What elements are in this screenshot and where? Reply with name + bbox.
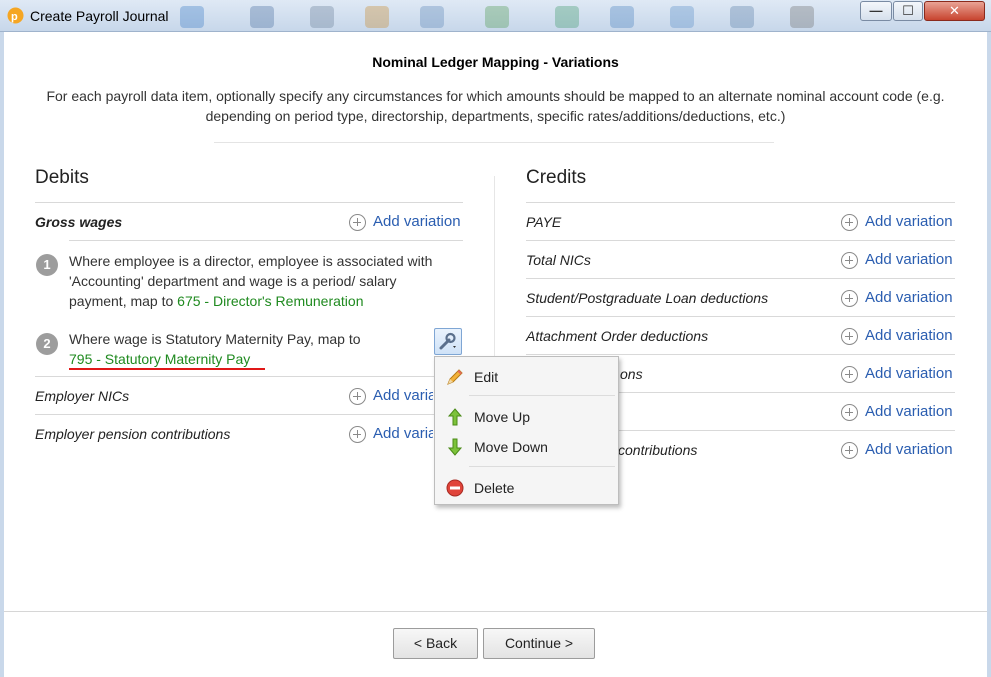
menu-item-label: Move Down [474,439,548,455]
menu-separator [469,395,615,396]
ghost-icon [485,6,509,28]
menu-item-label: Delete [474,480,515,496]
menu-separator [469,466,615,467]
window-title: Create Payroll Journal [30,8,169,24]
svg-text:p: p [11,11,18,23]
debit-item-employer-pension: Employer pension contributions [35,426,231,442]
maximize-icon: ☐ [902,3,914,18]
row-divider [35,376,435,377]
add-variation-icon[interactable] [349,426,366,443]
close-button[interactable]: ✕ [924,1,985,21]
header-divider [214,142,774,143]
add-variation-link[interactable]: Add variation [865,289,953,306]
ghost-icon [555,6,579,28]
pencil-icon [447,369,463,385]
variation-description[interactable]: Where employee is a director, employee i… [69,251,441,311]
row-divider [35,414,435,415]
arrow-down-icon [447,438,463,456]
page-title: Nominal Ledger Mapping - Variations [372,54,619,70]
nominal-code-link[interactable]: 675 - Director's Remuneration [177,293,363,309]
row-divider [526,354,955,355]
add-variation-icon[interactable] [841,328,858,345]
credit-item-student-loan: Student/Postgraduate Loan deductions [526,290,769,306]
ghost-icon [180,6,204,28]
add-variation-link[interactable]: Add variation [865,327,953,344]
credit-item-contributions: contributions [618,442,698,458]
add-variation-link[interactable]: Add variation [865,403,953,420]
minimize-button[interactable]: — [860,1,892,21]
close-icon: ✕ [949,3,960,18]
add-variation-icon[interactable] [841,404,858,421]
row-divider [526,316,955,317]
variation-number-badge: 1 [36,254,58,276]
add-variation-link[interactable]: Add variation [865,365,953,382]
ghost-icon [365,6,389,28]
debit-item-gross-wages: Gross wages [35,214,123,230]
add-variation-link[interactable]: Add variation [865,441,953,458]
ghost-icon [420,6,444,28]
add-variation-icon[interactable] [841,442,858,459]
debits-title: Debits [35,167,89,188]
context-menu: Edit Move Up Move Down Delete [434,356,619,505]
menu-item-label: Edit [474,369,499,385]
ghost-icon [790,6,814,28]
arrow-up-icon [447,408,463,426]
ghost-icon [250,6,274,28]
highlight-underline [69,368,265,370]
menu-item-move-up[interactable]: Move Up [435,404,618,430]
ghost-icon [730,6,754,28]
variation-text: Where wage is Statutory Maternity Pay, m… [69,331,361,347]
add-variation-icon[interactable] [841,366,858,383]
add-variation-icon[interactable] [349,388,366,405]
ghost-icon [310,6,334,28]
row-divider [526,202,955,203]
variation-number-badge: 2 [36,333,58,355]
add-variation-link[interactable]: Add variation [865,251,953,268]
nominal-code-link[interactable]: 795 - Statutory Maternity Pay [69,351,250,367]
row-divider [526,278,955,279]
menu-item-edit[interactable]: Edit [435,364,618,390]
variation-description[interactable]: Where wage is Statutory Maternity Pay, m… [69,329,429,369]
title-bar: p Create Payroll Journal — ☐ ✕ [0,0,991,32]
minimize-icon: — [869,3,883,18]
add-variation-icon[interactable] [841,214,858,231]
ghost-icon [610,6,634,28]
add-variation-link[interactable]: Add variation [373,425,433,442]
maximize-button[interactable]: ☐ [893,1,923,21]
credit-item-attachment-order: Attachment Order deductions [526,328,709,344]
row-divider [35,202,463,203]
back-button[interactable]: < Back [393,628,478,659]
row-divider [526,240,955,241]
add-variation-link[interactable]: Add variation [865,213,953,230]
menu-item-delete[interactable]: Delete [435,475,618,501]
credits-title: Credits [526,167,587,188]
page-description: For each payroll data item, optionally s… [46,88,945,124]
variation-actions-button[interactable] [434,328,462,355]
credit-item-partial: ons [620,366,643,382]
add-variation-icon[interactable] [349,214,366,231]
add-variation-link[interactable]: Add variation [373,213,461,230]
debit-item-employer-nics: Employer NICs [35,388,130,404]
credit-item-total-nics: Total NICs [526,252,591,268]
menu-item-label: Move Up [474,409,531,425]
add-variation-link[interactable]: Add variation [373,387,433,404]
delete-icon [446,479,464,497]
window-frame-right [987,32,991,677]
credit-item-paye: PAYE [526,214,562,230]
add-variation-icon[interactable] [841,290,858,307]
taskbar-ghost-icons [180,2,840,30]
menu-item-move-down[interactable]: Move Down [435,434,618,460]
continue-button[interactable]: Continue > [483,628,595,659]
footer-divider [4,611,987,612]
app-logo-icon: p [7,7,24,24]
add-variation-icon[interactable] [841,252,858,269]
window-frame-left [0,32,4,677]
wrench-icon [439,332,456,350]
ghost-icon [670,6,694,28]
row-divider [69,240,463,241]
